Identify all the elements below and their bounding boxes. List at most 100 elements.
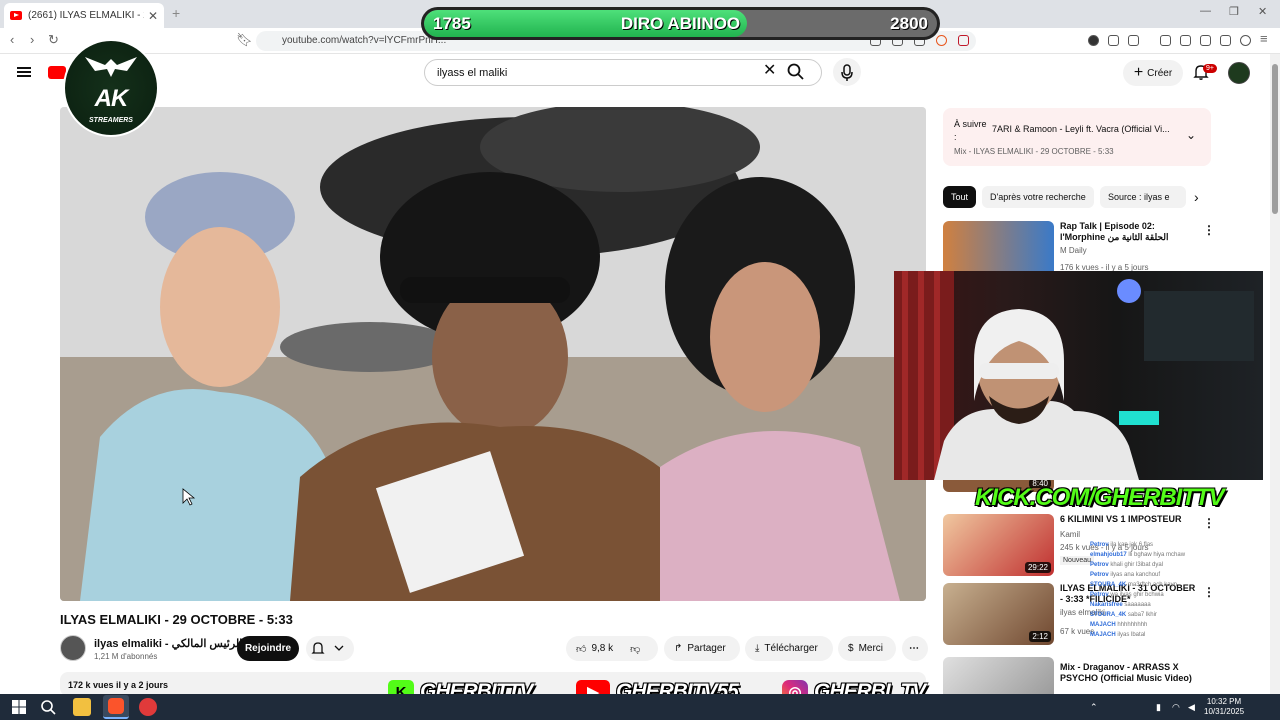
wallet-icon[interactable] (1200, 35, 1211, 46)
chips-next-icon[interactable]: › (1186, 186, 1207, 208)
vpn-icon[interactable] (1240, 35, 1251, 46)
more-actions-icon[interactable]: ⋯ (902, 636, 928, 661)
page-scrollbar[interactable] (1270, 54, 1280, 694)
recommendation-title[interactable]: 6 KILIMINI VS 1 IMPOSTEUR (1060, 514, 1200, 525)
windows-start-icon[interactable] (10, 698, 28, 716)
chat-text: saaaaaaa (1124, 602, 1151, 608)
wifi-icon[interactable]: ◠ (1172, 702, 1180, 713)
thanks-button[interactable]: $ Merci (838, 636, 896, 661)
scrollbar-thumb[interactable] (1272, 64, 1278, 214)
extension-icon[interactable] (1108, 35, 1119, 46)
chat-username: elmahjoub17 (1090, 552, 1129, 558)
subscription-bell-button[interactable] (306, 636, 354, 661)
share-button[interactable]: ↱ Partager (664, 636, 740, 661)
clock-time: 10:32 PM (1206, 697, 1242, 706)
duration-badge: 2:12 (1029, 631, 1051, 642)
chat-message: STOURA_4K ma3rftch ach kayn (1090, 580, 1270, 590)
extension-icon[interactable] (1088, 35, 1099, 46)
leo-icon[interactable] (1220, 35, 1231, 46)
bookmark-icon[interactable]: 🔖︎ (236, 32, 253, 48)
chat-text: lli bghaw hiya mchaw (1128, 552, 1186, 558)
chat-text: hhhhhhhhh (1117, 622, 1148, 628)
restore-icon[interactable]: ❐ (1229, 5, 1239, 18)
channel-name[interactable]: ilyas elmaliki - الرئيس المالكي (94, 637, 242, 650)
file-explorer-icon[interactable] (73, 698, 91, 716)
guide-menu-icon[interactable] (17, 67, 31, 77)
chat-username: Nakarisfree (1090, 602, 1125, 608)
search-icon[interactable] (786, 62, 806, 82)
tab-close-icon[interactable]: ✕ (148, 9, 158, 23)
chat-username: Petrov (1090, 572, 1111, 578)
chat-message: MAJACH hhhhhhhhh (1090, 620, 1270, 630)
chip-search-based[interactable]: D'après votre recherche (982, 186, 1094, 208)
recommendation-thumbnail[interactable] (943, 657, 1054, 694)
menu-icon[interactable]: ≡ (1260, 31, 1268, 46)
taskbar-clock[interactable]: 10:32 PM 10/31/2025 (1204, 697, 1244, 717)
obs-icon[interactable] (139, 698, 157, 716)
recommendation-title[interactable]: Rap Talk | Episode 02: l'Morphine الحلقة… (1060, 221, 1200, 243)
kebab-menu-icon[interactable]: ⋮ (1203, 223, 1215, 237)
brave-rewards-icon[interactable] (958, 35, 969, 46)
window-close-icon[interactable]: ✕ (1258, 5, 1267, 18)
recommendation-channel: Kamil (1060, 530, 1081, 539)
up-next-panel[interactable]: À suivre : 7ARI & Ramoon - Leyli ft. Vac… (943, 108, 1211, 166)
song-vote-progress-bar: 1785 DIRO ABIINOO 2800 (421, 7, 940, 40)
chevron-down-icon[interactable]: ⌄ (1186, 128, 1196, 142)
join-button[interactable]: Rejoindre (237, 636, 299, 661)
brave-taskbar-icon[interactable] (103, 695, 129, 719)
forward-icon[interactable]: › (30, 32, 34, 47)
extension-icon[interactable] (1128, 35, 1139, 46)
create-button[interactable]: + Créer (1123, 60, 1183, 86)
dislike-icon[interactable]: 👎︎ (630, 643, 640, 655)
chat-message: Petrov ila kan jak 6 flas (1090, 540, 1270, 550)
channel-avatar[interactable] (60, 635, 86, 661)
video-player[interactable] (60, 107, 926, 601)
new-tab-icon[interactable]: + (172, 5, 180, 21)
up-next-title: 7ARI & Ramoon - Leyli ft. Vacra (Officia… (992, 124, 1170, 134)
up-next-playlist: Mix - ILYAS ELMALIKI - 29 OCTOBRE - 5:33 (954, 147, 1114, 156)
chip-source[interactable]: Source : ilyas e (1100, 186, 1186, 208)
brave-shield-icon[interactable] (936, 35, 947, 46)
account-avatar[interactable] (1228, 62, 1250, 84)
logo-text: AK (94, 85, 129, 112)
chat-message: MAJACH ilyas lbatal (1090, 630, 1270, 640)
chat-text: ma3rftch ach kayn (1127, 582, 1177, 588)
recommendation-thumbnail[interactable]: 2:12 (943, 583, 1054, 645)
views-and-date: 172 k vues il y a 2 jours (68, 680, 169, 690)
clock-date: 10/31/2025 (1204, 707, 1245, 716)
sidebar-icon[interactable] (1180, 35, 1191, 46)
network-icon[interactable]: ▮ (1156, 702, 1161, 713)
chip-all[interactable]: Tout (943, 186, 977, 208)
browser-tab[interactable]: (2661) ILYAS ELMALIKI - 29 OCTO... ✕ (4, 3, 164, 28)
chat-message: elmahjoub17 lli bghaw hiya mchaw (1090, 550, 1270, 560)
reload-icon[interactable]: ↻ (48, 32, 59, 48)
new-badge: Nouveau (1060, 556, 1095, 565)
ak-streamers-logo: AK STREAMERS (63, 39, 159, 137)
minimize-icon[interactable]: — (1200, 5, 1211, 17)
tray-chevron-icon[interactable]: ⌃ (1090, 702, 1098, 713)
chat-username: Petrov (1090, 542, 1111, 548)
tab-title: (2661) ILYAS ELMALIKI - 29 OCTO... (28, 10, 144, 21)
like-count[interactable]: 9,8 k (591, 643, 613, 654)
url-text: youtube.com/watch?v=lYCFmrPnH... (282, 35, 447, 46)
like-icon[interactable]: 👍︎ (576, 643, 586, 655)
share-icon: ↱ (674, 643, 683, 654)
kebab-menu-icon[interactable]: ⋮ (1203, 516, 1215, 530)
up-next-prefix: À suivre : (954, 119, 987, 142)
screen: (2661) ILYAS ELMALIKI - 29 OCTO... ✕ + —… (0, 0, 1280, 720)
back-icon[interactable]: ‹ (10, 32, 14, 47)
chat-message: Nakarisfree saaaaaaa (1090, 600, 1270, 610)
share-label: Partager (687, 643, 726, 654)
recommendation-thumbnail[interactable]: 29:22 (943, 514, 1054, 576)
microphone-icon (841, 64, 853, 81)
chat-text: saba7 lkhir (1127, 612, 1157, 618)
download-button[interactable]: ⤓ Télécharger (745, 636, 833, 661)
voice-search-button[interactable] (833, 58, 861, 86)
video-title: ILYAS ELMALIKI - 29 OCTOBRE - 5:33 (60, 612, 293, 627)
volume-icon[interactable]: ◀︎ (1188, 702, 1195, 713)
taskbar-search-icon[interactable] (39, 698, 57, 716)
clear-search-icon[interactable]: ✕ (763, 63, 776, 79)
bell-chevron-icon (311, 642, 344, 654)
music-icon[interactable] (1160, 35, 1171, 46)
chat-text: khali ghir l3ibat dyal (1110, 562, 1164, 568)
